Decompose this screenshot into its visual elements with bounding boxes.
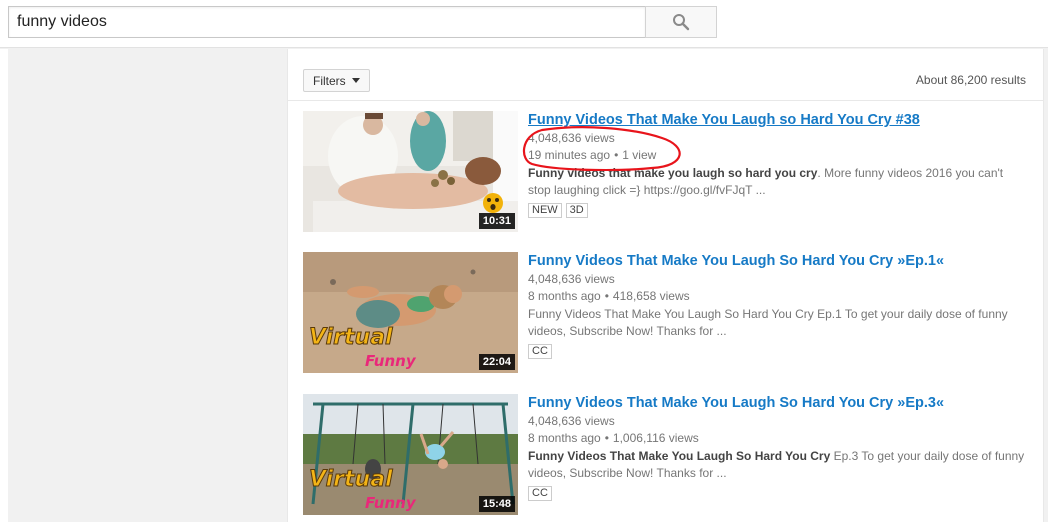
- result-count: About 86,200 results: [915, 73, 1026, 87]
- left-gutter: [0, 49, 8, 522]
- video-result: Virtual Funny 22:04 Funny Videos That Ma…: [303, 252, 1033, 373]
- video-thumbnail[interactable]: Virtual Funny 22:04: [303, 252, 518, 373]
- video-title-link[interactable]: Funny Videos That Make You Laugh So Hard…: [528, 394, 1028, 413]
- badge-new: NEW: [528, 203, 562, 218]
- upload-age: 19 minutes ago: [528, 148, 611, 162]
- badge-3d: 3D: [565, 203, 588, 218]
- video-title-link[interactable]: Funny Videos That Make You Laugh so Hard…: [528, 111, 1028, 130]
- video-info: Funny Videos That Make You Laugh so Hard…: [528, 111, 1028, 218]
- badge-row: NEW 3D: [528, 203, 1028, 218]
- video-description: Funny Videos That Make You Laugh So Hard…: [528, 448, 1028, 482]
- search-button[interactable]: [645, 6, 717, 38]
- description-text: Funny Videos That Make You Laugh So Hard…: [528, 307, 1008, 338]
- video-description: Funny videos that make you laugh so hard…: [528, 165, 1028, 199]
- upload-age: 8 months ago: [528, 289, 601, 303]
- channel-line: 4,048,636 views: [528, 131, 615, 145]
- view-count: 1,006,116 views: [612, 431, 699, 445]
- video-title-link[interactable]: Funny Videos That Make You Laugh So Hard…: [528, 252, 1028, 271]
- video-thumbnail[interactable]: Virtual Funny 15:48: [303, 394, 518, 515]
- channel-line: 4,048,636 views: [528, 272, 615, 286]
- filters-label: Filters: [313, 73, 346, 88]
- video-description: Funny Videos That Make You Laugh So Hard…: [528, 306, 1028, 340]
- filters-bar: Filters About 86,200 results: [288, 49, 1043, 101]
- thumbnail-overlay-text: Virtual: [309, 467, 393, 492]
- video-meta: 8 months ago • 1,006,116 views: [528, 430, 1028, 447]
- thumbnail-overlay-text: Virtual: [309, 325, 393, 350]
- video-thumbnail[interactable]: 10:31: [303, 111, 518, 232]
- video-duration: 22:04: [478, 354, 515, 370]
- dot-separator-icon: •: [604, 289, 609, 303]
- channel-line: 4,048,636 views: [528, 414, 615, 428]
- badge-row: CC: [528, 486, 1028, 501]
- search-input[interactable]: funny videos: [8, 6, 645, 38]
- video-info: Funny Videos That Make You Laugh So Hard…: [528, 394, 1028, 501]
- search-icon: [673, 14, 690, 31]
- video-meta: 8 months ago • 418,658 views: [528, 288, 1028, 305]
- masthead: funny videos: [0, 0, 1048, 48]
- view-count: 418,658 views: [612, 289, 690, 303]
- thumbnail-overlay-text: Funny: [365, 494, 417, 512]
- results-panel: Filters About 86,200 results 10:31 Funny…: [287, 49, 1044, 522]
- video-info: Funny Videos That Make You Laugh So Hard…: [528, 252, 1028, 359]
- upload-age: 8 months ago: [528, 431, 601, 445]
- dot-separator-icon: •: [614, 148, 619, 162]
- video-result: 10:31 Funny Videos That Make You Laugh s…: [303, 111, 1033, 232]
- dot-separator-icon: •: [604, 431, 609, 445]
- view-count: 1 view: [622, 148, 657, 162]
- badge-cc: CC: [528, 344, 552, 359]
- filters-button[interactable]: Filters: [303, 69, 370, 92]
- video-duration: 10:31: [478, 213, 515, 229]
- video-duration: 15:48: [478, 496, 515, 512]
- video-result: Virtual Funny 15:48 Funny Videos That Ma…: [303, 394, 1033, 515]
- thumbnail-overlay-text: Funny: [365, 352, 417, 370]
- description-highlight: Funny videos that make you laugh so hard…: [528, 166, 818, 180]
- badge-row: CC: [528, 344, 1028, 359]
- badge-cc: CC: [528, 486, 552, 501]
- caret-down-icon: [351, 78, 360, 83]
- video-meta: 19 minutes ago • 1 view: [528, 147, 1028, 164]
- description-highlight: Funny Videos That Make You Laugh So Hard…: [528, 449, 831, 463]
